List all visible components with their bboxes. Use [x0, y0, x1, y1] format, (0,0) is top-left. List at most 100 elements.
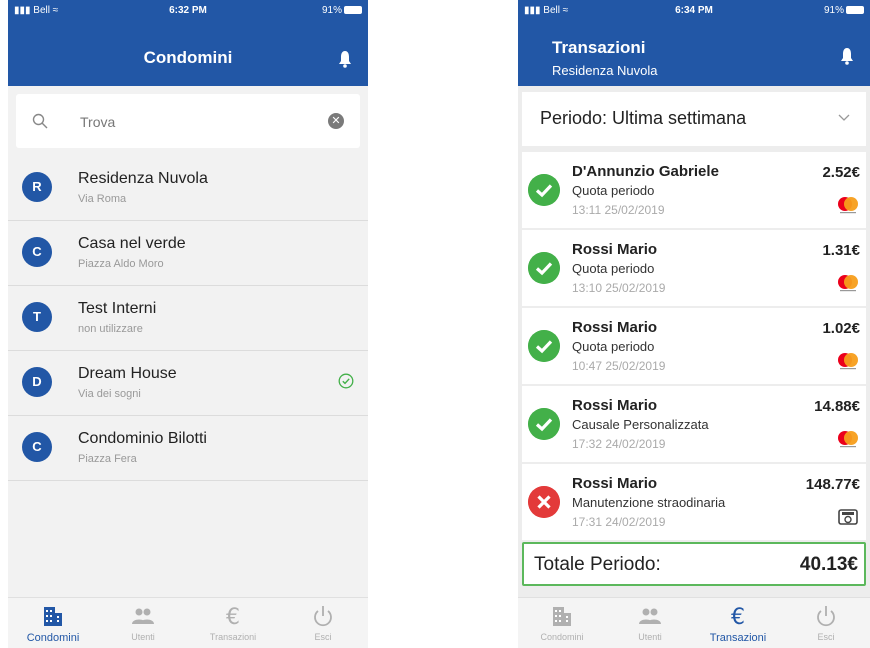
- tab-condomini[interactable]: Condomini: [518, 598, 606, 648]
- battery-icon: [846, 6, 864, 15]
- transaction-datetime: 17:31 24/02/2019: [572, 515, 666, 529]
- app-header: ▮▮▮ Bell ≈ 6:32 PM 91% Condomini: [8, 0, 368, 86]
- condo-name: Test Interni: [78, 300, 157, 317]
- status-bar: ▮▮▮ Bell ≈ 6:32 PM 91%: [8, 0, 368, 22]
- tab-esci[interactable]: Esci: [782, 598, 870, 648]
- cash-register-icon: [838, 509, 858, 525]
- clock: 6:34 PM: [675, 5, 713, 16]
- bell-icon[interactable]: [338, 50, 352, 68]
- payer-name: Rossi Mario: [572, 475, 658, 492]
- payer-name: D'Annunzio Gabriele: [572, 163, 719, 180]
- page-subtitle: Residenza Nuvola: [552, 63, 658, 78]
- transaction-reason: Quota periodo: [572, 261, 655, 276]
- condo-name: Dream House: [78, 365, 177, 382]
- transaction-row[interactable]: Rossi Mario Manutenzione straodinaria 17…: [522, 464, 866, 542]
- transaction-row[interactable]: Rossi Mario Quota periodo 13:10 25/02/20…: [522, 230, 866, 308]
- tab-transazioni[interactable]: € Transazioni: [188, 598, 278, 648]
- error-icon: [528, 486, 560, 518]
- success-icon: [528, 330, 560, 362]
- list-item[interactable]: T Test Interni non utilizzare: [8, 286, 368, 351]
- avatar: C: [22, 237, 52, 267]
- transaction-amount: 148.77€: [805, 476, 860, 493]
- svg-text:€: €: [226, 605, 240, 628]
- battery-icon: [344, 6, 362, 15]
- list-item[interactable]: R Residenza Nuvola Via Roma: [8, 156, 368, 221]
- transaction-amount: 14.88€: [814, 398, 860, 415]
- bell-icon[interactable]: [840, 47, 854, 65]
- transaction-datetime: 13:11 25/02/2019: [572, 203, 665, 217]
- transaction-reason: Causale Personalizzata: [572, 417, 709, 432]
- transaction-datetime: 17:32 24/02/2019: [572, 437, 666, 451]
- clear-icon[interactable]: ✕: [328, 113, 344, 129]
- condo-address: Via Roma: [78, 193, 127, 205]
- search-icon: [32, 113, 48, 129]
- transaction-list: D'Annunzio Gabriele Quota periodo 13:11 …: [522, 152, 866, 542]
- clock: 6:32 PM: [169, 5, 207, 16]
- transaction-row[interactable]: D'Annunzio Gabriele Quota periodo 13:11 …: [522, 152, 866, 230]
- users-icon: [132, 608, 154, 624]
- condo-address: Piazza Fera: [78, 453, 137, 465]
- success-icon: [528, 252, 560, 284]
- euro-icon: €: [226, 605, 240, 628]
- condomini-screen: ▮▮▮ Bell ≈ 6:32 PM 91% Condomini ✕ R Res…: [8, 0, 368, 648]
- chevron-down-icon: [838, 114, 850, 121]
- transaction-row[interactable]: Rossi Mario Causale Personalizzata 17:32…: [522, 386, 866, 464]
- avatar: D: [22, 367, 52, 397]
- transaction-reason: Manutenzione straodinaria: [572, 495, 726, 510]
- selected-check-icon: [338, 373, 354, 389]
- transaction-datetime: 10:47 25/02/2019: [572, 359, 666, 373]
- list-item[interactable]: C Condominio Bilotti Piazza Fera: [8, 416, 368, 481]
- avatar: R: [22, 172, 52, 202]
- transaction-reason: Quota periodo: [572, 183, 655, 198]
- tab-utenti[interactable]: Utenti: [606, 598, 694, 648]
- total-label: Totale Periodo:: [534, 554, 661, 575]
- total-value: 40.13€: [799, 554, 858, 575]
- tab-condomini[interactable]: Condomini: [8, 598, 98, 648]
- battery-indicator: 91%: [824, 5, 864, 16]
- period-label: Periodo: Ultima settimana: [540, 108, 747, 128]
- page-title: Condomini: [143, 48, 233, 67]
- transaction-amount: 1.31€: [822, 242, 860, 259]
- payer-name: Rossi Mario: [572, 397, 658, 414]
- euro-icon: €: [731, 605, 745, 628]
- period-total: Totale Periodo: 40.13€: [522, 542, 866, 586]
- tab-utenti[interactable]: Utenti: [98, 598, 188, 648]
- building-icon: [553, 607, 571, 626]
- list-item[interactable]: C Casa nel verde Piazza Aldo Moro: [8, 221, 368, 286]
- transaction-row[interactable]: Rossi Mario Quota periodo 10:47 25/02/20…: [522, 308, 866, 386]
- success-icon: [528, 408, 560, 440]
- page-title: Transazioni: [552, 38, 646, 57]
- period-select[interactable]: Periodo: Ultima settimana: [522, 92, 866, 146]
- battery-indicator: 91%: [322, 5, 362, 16]
- transaction-reason: Quota periodo: [572, 339, 655, 354]
- condo-name: Condominio Bilotti: [78, 430, 207, 447]
- payer-name: Rossi Mario: [572, 319, 658, 336]
- condo-address: Via dei sogni: [78, 388, 141, 400]
- tab-transazioni[interactable]: € Transazioni: [694, 598, 782, 648]
- transazioni-screen: ▮▮▮ Bell ≈ 6:34 PM 91% Transazioni Resid…: [518, 0, 870, 648]
- condo-name: Residenza Nuvola: [78, 170, 208, 187]
- status-bar: ▮▮▮ Bell ≈ 6:34 PM 91%: [518, 0, 870, 22]
- power-icon: [314, 606, 332, 627]
- mastercard-icon: [838, 197, 858, 214]
- avatar: T: [22, 302, 52, 332]
- power-icon: [817, 606, 835, 627]
- list-item[interactable]: D Dream House Via dei sogni: [8, 351, 368, 416]
- success-icon: [528, 174, 560, 206]
- avatar: C: [22, 432, 52, 462]
- app-header: ▮▮▮ Bell ≈ 6:34 PM 91% Transazioni Resid…: [518, 0, 870, 86]
- tab-esci[interactable]: Esci: [278, 598, 368, 648]
- search-input[interactable]: [78, 110, 302, 134]
- mastercard-icon: [838, 353, 858, 370]
- condo-list: R Residenza Nuvola Via Roma C Casa nel v…: [8, 156, 368, 481]
- condo-name: Casa nel verde: [78, 235, 186, 252]
- transaction-amount: 2.52€: [822, 164, 860, 181]
- tab-bar: Condomini Utenti € Transazioni Esci: [518, 597, 870, 648]
- condo-address: non utilizzare: [78, 323, 143, 335]
- mastercard-icon: [838, 275, 858, 292]
- transaction-datetime: 13:10 25/02/2019: [572, 281, 666, 295]
- condo-address: Piazza Aldo Moro: [78, 258, 164, 270]
- mastercard-icon: [838, 431, 858, 448]
- search-bar: ✕: [16, 94, 360, 148]
- users-icon: [639, 608, 661, 624]
